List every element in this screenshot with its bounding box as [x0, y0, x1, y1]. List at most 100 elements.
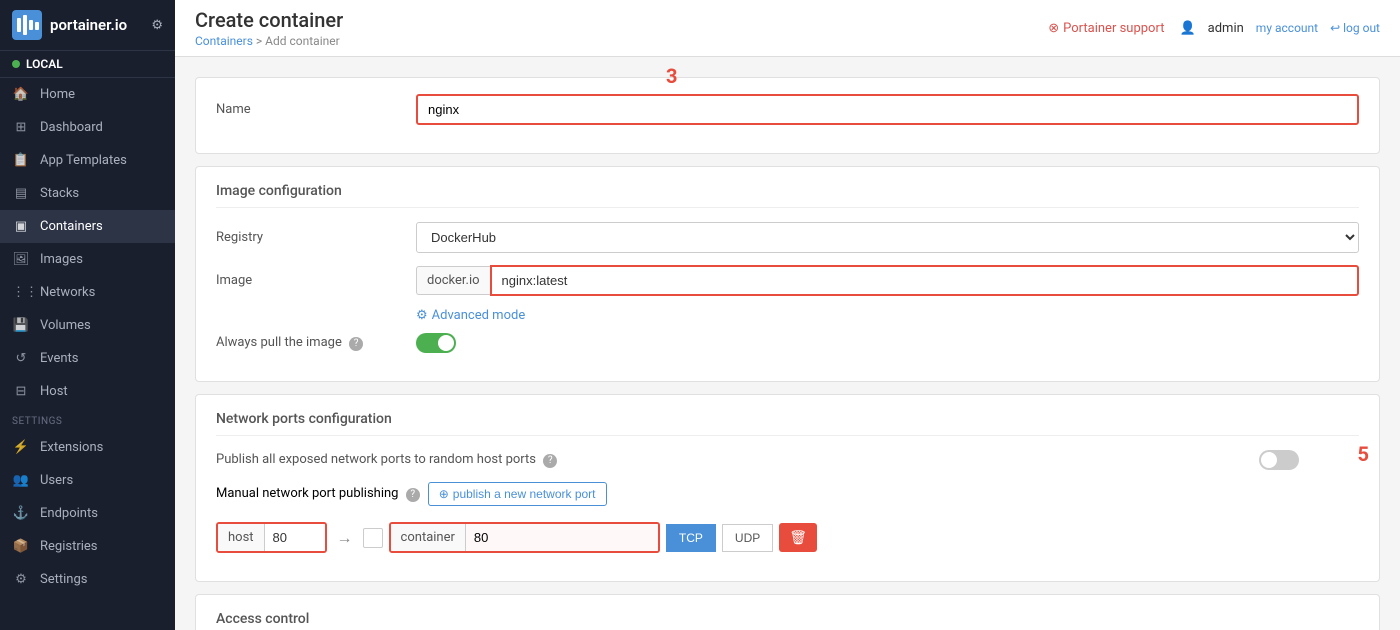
sidebar-label-events: Events — [40, 351, 78, 366]
sidebar-item-images[interactable]: 🖼 Images — [0, 243, 175, 276]
always-pull-toggle[interactable] — [416, 333, 456, 353]
sidebar-label-dashboard: Dashboard — [40, 120, 103, 135]
registry-label: Registry — [216, 230, 416, 245]
settings-section-label: SETTINGS — [0, 408, 175, 431]
registry-select[interactable]: DockerHub — [416, 222, 1359, 253]
manual-port-help-icon: ? — [406, 488, 420, 502]
logo-area: portainer.io ⚙ — [0, 0, 175, 51]
port-tcp-button[interactable]: TCP — [666, 524, 716, 552]
my-account-link[interactable]: my account — [1256, 21, 1318, 35]
sidebar-item-networks[interactable]: ⋮⋮ Networks — [0, 276, 175, 309]
publish-port-button[interactable]: ⊕ publish a new network port — [428, 482, 607, 506]
breadcrumb-parent-link[interactable]: Containers — [195, 34, 253, 48]
always-pull-label: Always pull the image ? — [216, 335, 416, 351]
name-row: Name 3 — [216, 94, 1359, 125]
sidebar-item-endpoints[interactable]: ⚓ Endpoints — [0, 497, 175, 530]
sidebar-label-users: Users — [40, 473, 73, 488]
sidebar-item-users[interactable]: 👥 Users — [0, 464, 175, 497]
advanced-mode-link-wrapper: ⚙ Advanced mode — [416, 308, 1359, 323]
sidebar-item-volumes[interactable]: 💾 Volumes — [0, 309, 175, 342]
user-icon: 👤 — [1179, 21, 1195, 36]
sidebar-item-app-templates[interactable]: 📋 App Templates — [0, 144, 175, 177]
port-mapping-row: host → container TCP UDP 🗑 — [216, 522, 817, 553]
logo-text: portainer.io — [50, 16, 127, 34]
sidebar-label-settings: Settings — [40, 572, 87, 587]
sidebar-label-endpoints: Endpoints — [40, 506, 98, 521]
manual-port-header: Manual network port publishing ? ⊕ publi… — [216, 482, 607, 506]
port-host-section: host — [216, 522, 327, 553]
topbar-left: Create container Containers > Add contai… — [195, 8, 343, 48]
endpoint-status-dot — [12, 60, 20, 68]
sidebar-label-home: Home — [40, 87, 75, 102]
log-out-link[interactable]: ↩ log out — [1330, 21, 1380, 35]
access-control-title: Access control — [216, 611, 1359, 630]
step3-label: 3 — [666, 64, 677, 88]
dashboard-icon: ⊞ — [12, 120, 30, 135]
port-host-label-cell: host — [218, 524, 265, 551]
support-link[interactable]: ⊗ Portainer support — [1048, 21, 1164, 36]
registry-row: Registry DockerHub — [216, 222, 1359, 253]
network-ports-title: Network ports configuration — [216, 411, 1359, 436]
image-config-section: Image configuration Registry DockerHub I… — [195, 166, 1380, 382]
settings-icon: ⚙ — [12, 572, 30, 587]
home-icon: 🏠 — [12, 87, 30, 102]
sidebar-label-extensions: Extensions — [40, 440, 103, 455]
sidebar-label-containers: Containers — [40, 219, 103, 234]
sidebar-item-settings[interactable]: ⚙ Settings — [0, 563, 175, 596]
advanced-mode-link[interactable]: ⚙ Advanced mode — [416, 308, 1359, 323]
name-section: Name 3 — [195, 77, 1380, 154]
name-input[interactable] — [416, 94, 1359, 125]
sidebar-label-networks: Networks — [40, 285, 95, 300]
sidebar-item-registries[interactable]: 📦 Registries — [0, 530, 175, 563]
sidebar-item-stacks[interactable]: ▤ Stacks — [0, 177, 175, 210]
port-checkbox[interactable] — [363, 528, 383, 548]
sidebar-label-stacks: Stacks — [40, 186, 79, 201]
sidebar-label-host: Host — [40, 384, 68, 399]
port-container-label-cell: container — [391, 524, 466, 551]
breadcrumb-current: Add container — [265, 34, 340, 48]
support-circle-icon: ⊗ — [1048, 21, 1059, 36]
publish-all-label: Publish all exposed network ports to ran… — [216, 452, 1259, 468]
sidebar: portainer.io ⚙ LOCAL 🏠 Home ⊞ Dashboard … — [0, 0, 175, 630]
sidebar-item-home[interactable]: 🏠 Home — [0, 78, 175, 111]
publish-all-toggle[interactable] — [1259, 450, 1299, 470]
port-udp-button[interactable]: UDP — [722, 524, 773, 552]
port-host-input[interactable] — [265, 524, 325, 551]
containers-icon: ▣ — [12, 219, 30, 234]
sidebar-item-extensions[interactable]: ⚡ Extensions — [0, 431, 175, 464]
port-delete-button[interactable]: 🗑 — [779, 523, 817, 552]
sidebar-item-containers[interactable]: ▣ Containers — [0, 210, 175, 243]
image-prefix: docker.io — [416, 266, 490, 295]
image-label: Image — [216, 273, 416, 288]
publish-all-help-icon: ? — [543, 454, 557, 468]
endpoint-label: LOCAL — [26, 57, 63, 71]
port-container-input[interactable] — [466, 524, 658, 551]
sidebar-item-dashboard[interactable]: ⊞ Dashboard — [0, 111, 175, 144]
app-templates-icon: 📋 — [12, 153, 30, 168]
stacks-icon: ▤ — [12, 186, 30, 201]
sidebar-item-events[interactable]: ↺ Events — [0, 342, 175, 375]
always-pull-row: Always pull the image ? — [216, 333, 1359, 353]
volumes-icon: 💾 — [12, 318, 30, 333]
support-link-label: Portainer support — [1063, 21, 1164, 36]
image-input-group: docker.io 4 — [416, 265, 1359, 296]
port-container-section: container — [389, 522, 660, 553]
networks-icon: ⋮⋮ — [12, 285, 30, 300]
port-arrow: → — [333, 528, 357, 548]
always-pull-help-icon: ? — [349, 337, 363, 351]
image-config-title: Image configuration — [216, 183, 1359, 208]
main-area: Create container Containers > Add contai… — [175, 0, 1400, 630]
images-icon: 🖼 — [12, 252, 30, 267]
publish-all-row: Publish all exposed network ports to ran… — [216, 450, 1359, 470]
sidebar-label-registries: Registries — [40, 539, 98, 554]
sidebar-item-host[interactable]: ⊟ Host — [0, 375, 175, 408]
host-icon: ⊟ — [12, 384, 30, 399]
topbar: Create container Containers > Add contai… — [175, 0, 1400, 57]
name-label: Name — [216, 102, 416, 117]
logout-icon: ↩ — [1330, 21, 1340, 35]
config-icon[interactable]: ⚙ — [151, 18, 163, 33]
image-row: Image docker.io 4 — [216, 265, 1359, 296]
image-input[interactable] — [490, 265, 1359, 296]
breadcrumb-separator: > — [256, 34, 262, 48]
network-ports-section: Network ports configuration Publish all … — [195, 394, 1380, 582]
